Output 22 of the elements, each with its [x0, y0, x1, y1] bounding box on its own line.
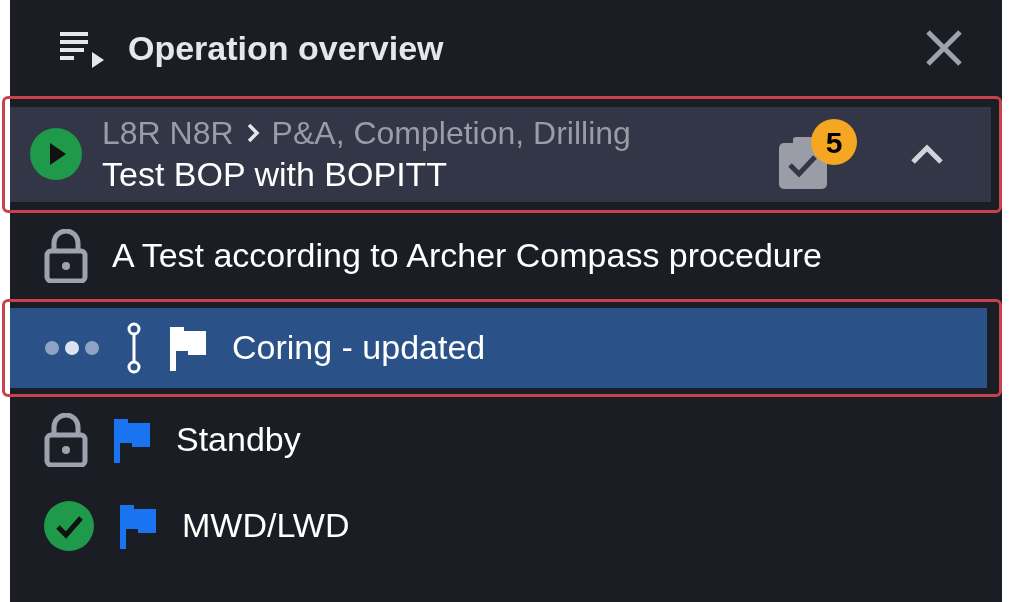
- breadcrumb-path: L8R N8R: [102, 114, 234, 153]
- step-label: A Test according to Archer Compass procedure: [112, 235, 822, 276]
- current-operation-row[interactable]: L8R N8R P&A, Completion, Drilling Test BOP with BOPITT 5: [10, 107, 991, 202]
- dots-icon: [44, 339, 100, 356]
- chevron-right-icon: [245, 122, 260, 144]
- step-label: Standby: [176, 419, 301, 460]
- play-circle-icon: [30, 128, 82, 181]
- panel-title: Operation overview: [128, 27, 445, 69]
- chevron-up-icon: [910, 143, 944, 166]
- lock-icon: [44, 412, 88, 467]
- step-row[interactable]: MWD/LWD: [10, 485, 987, 566]
- count-badge: 5: [811, 119, 857, 166]
- close-icon: [925, 29, 963, 67]
- operation-title: Test BOP with BOPITT: [102, 154, 449, 195]
- step-row[interactable]: Coring - updated: [10, 307, 987, 388]
- breadcrumb-categories: P&A, Completion, Drilling: [271, 114, 631, 153]
- step-label: Coring - updated: [232, 327, 486, 368]
- lock-icon: [44, 228, 88, 283]
- step-row[interactable]: Standby: [10, 399, 987, 480]
- step-label: MWD/LWD: [182, 505, 350, 546]
- clipboard-check-icon: [779, 137, 827, 190]
- step-row[interactable]: A Test according to Archer Compass procedure: [10, 215, 987, 296]
